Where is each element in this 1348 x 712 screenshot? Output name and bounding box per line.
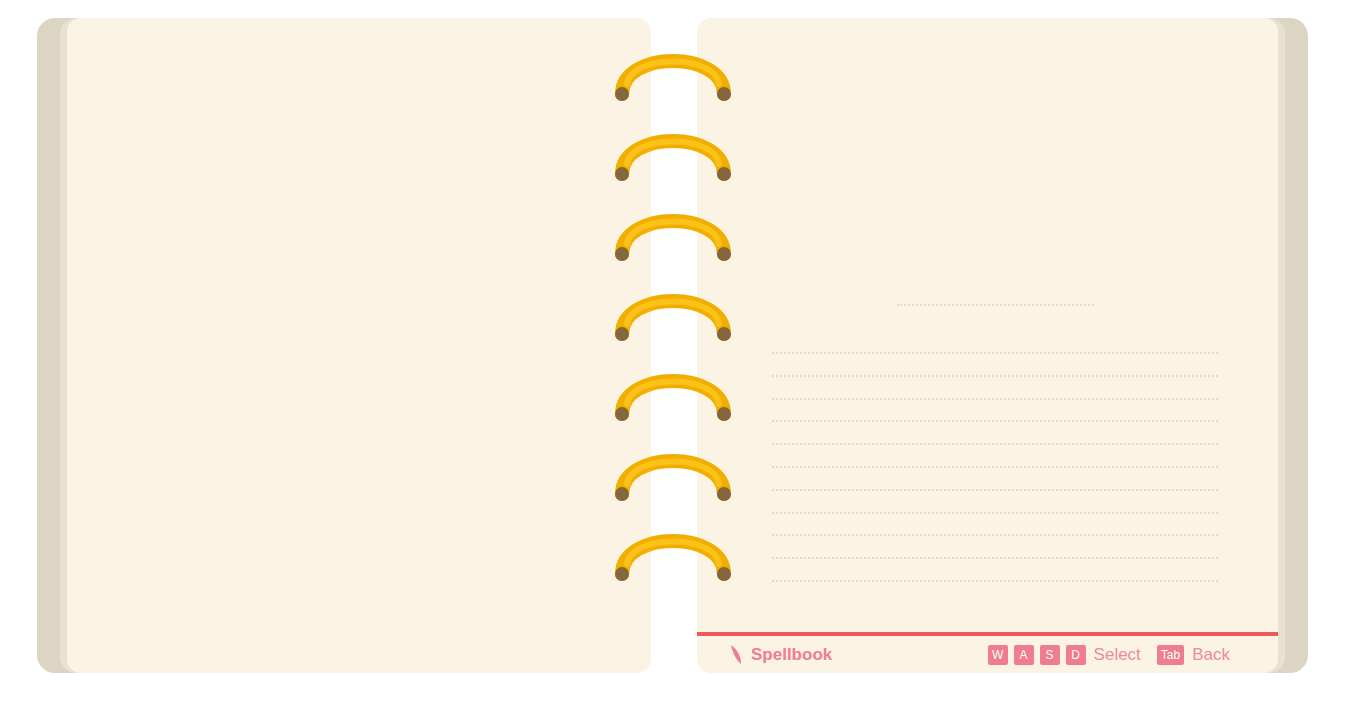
binder-rings [613, 40, 733, 582]
text-line [772, 557, 1218, 559]
control-label: Select [1094, 645, 1141, 665]
binder-ring-icon [613, 40, 733, 102]
key-badge: D [1066, 645, 1086, 665]
text-line [772, 420, 1218, 422]
key-badge: Tab [1157, 645, 1184, 665]
control-hint: Tab Back [1157, 645, 1230, 665]
control-hints: WASD Select Tab Back [988, 645, 1230, 665]
page-stack-left [60, 18, 651, 673]
binder-ring-icon [613, 360, 733, 422]
footer-bar: Spellbook WASD Select Tab Back [697, 632, 1278, 673]
spellbook-title: Spellbook [729, 644, 832, 666]
binder-ring-icon [613, 120, 733, 182]
title-line [897, 304, 1094, 306]
binder-ring-icon [613, 520, 733, 582]
text-line [772, 466, 1218, 468]
text-line [772, 375, 1218, 377]
spellbook: Spellbook WASD Select Tab Back [37, 18, 1308, 673]
text-line [772, 512, 1218, 514]
binder-ring-icon [613, 200, 733, 262]
key-badge: S [1040, 645, 1060, 665]
book-cover-left [37, 18, 651, 673]
text-line [772, 489, 1218, 491]
control-hint: WASD Select [988, 645, 1141, 665]
key-badge: A [1014, 645, 1034, 665]
text-line [772, 534, 1218, 536]
binder-ring-icon [613, 440, 733, 502]
game-screen: Spellbook WASD Select Tab Back [0, 0, 1348, 712]
key-badge: W [988, 645, 1008, 665]
page-stack-right: Spellbook WASD Select Tab Back [697, 18, 1285, 673]
writing-lines [697, 18, 1278, 632]
text-line [772, 580, 1218, 582]
binder-ring-icon [613, 280, 733, 342]
right-page: Spellbook WASD Select Tab Back [697, 18, 1278, 673]
text-line [772, 443, 1218, 445]
text-line [772, 352, 1218, 354]
text-line [772, 398, 1218, 400]
book-cover-right: Spellbook WASD Select Tab Back [697, 18, 1308, 673]
left-page [67, 18, 651, 673]
control-label: Back [1192, 645, 1230, 665]
quill-icon [729, 644, 743, 666]
